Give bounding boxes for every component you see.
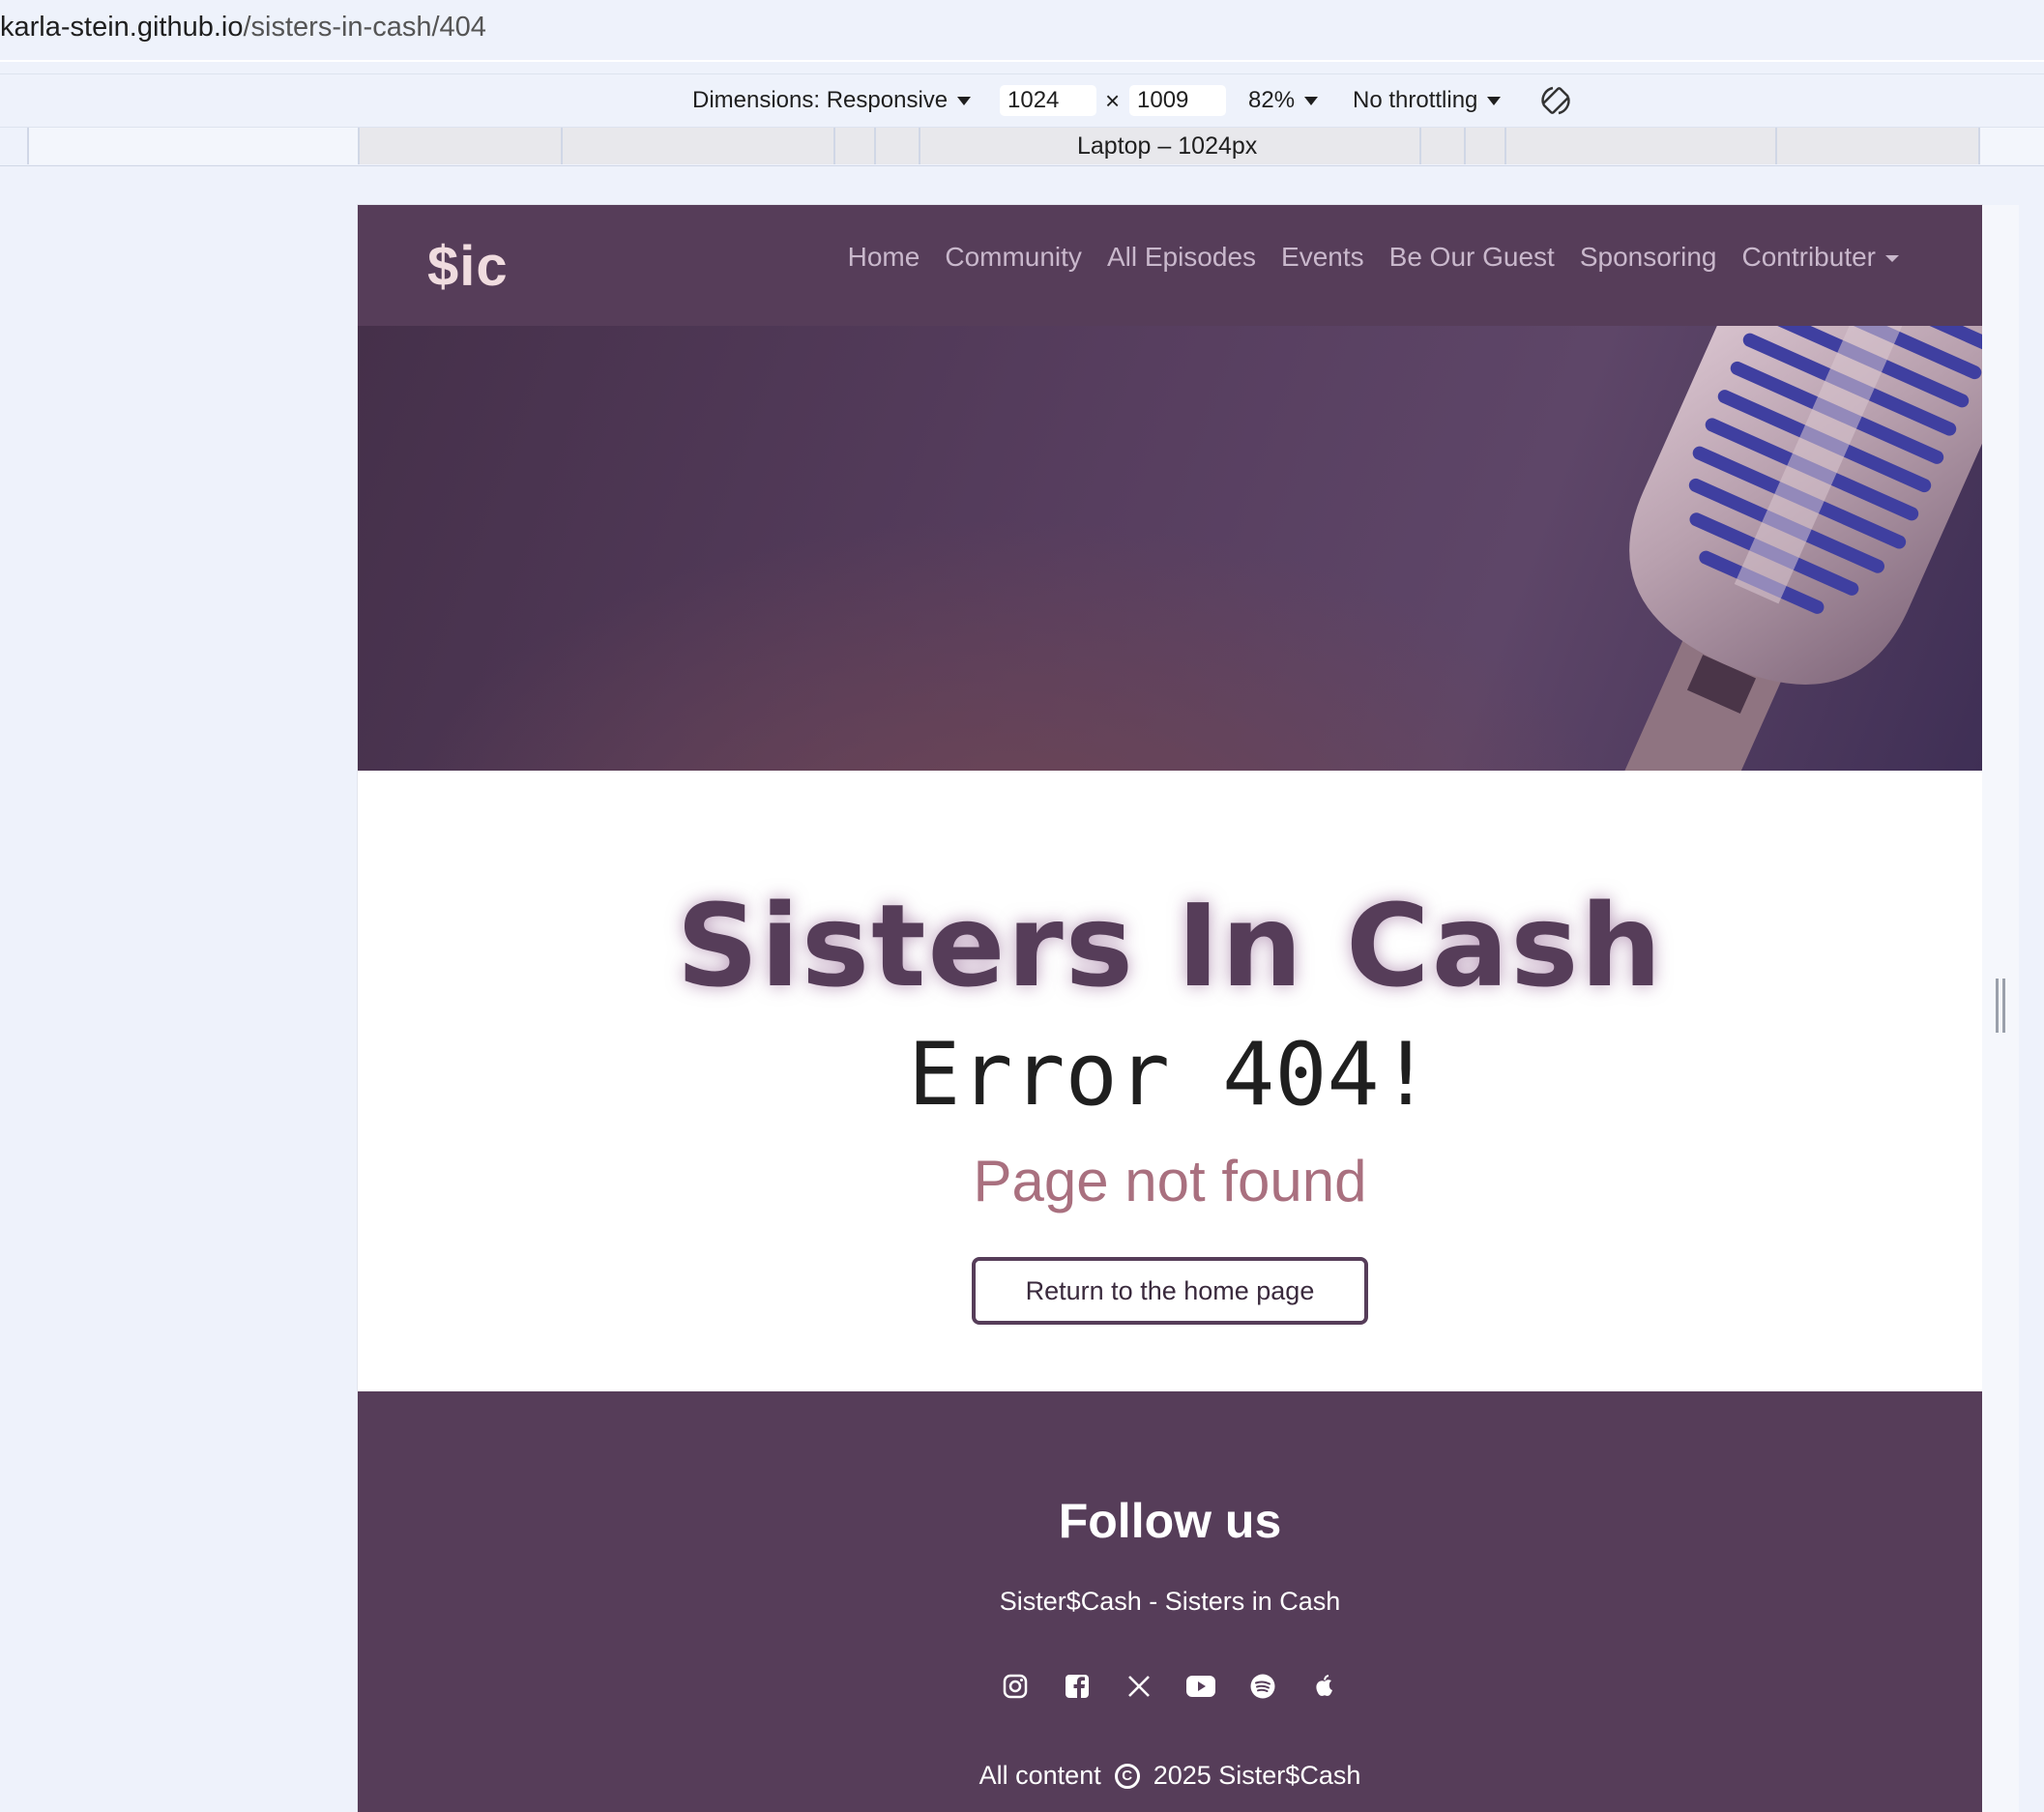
error-subtitle: Page not found (973, 1149, 1367, 1213)
chevron-down-icon (957, 96, 972, 105)
zoom-label: 82% (1248, 87, 1296, 113)
viewport-resize-handle[interactable] (1996, 979, 2005, 1033)
nav-events[interactable]: Events (1281, 242, 1364, 273)
hero-microphone-image (358, 326, 1982, 771)
throttling-dropdown[interactable]: No throttling (1353, 87, 1502, 114)
apple-icon[interactable] (1310, 1672, 1339, 1701)
dimensions-label: Dimensions: Responsive (692, 87, 949, 113)
copyright-line: All content C 2025 Sister$Cash (358, 1761, 1982, 1791)
nav-all-episodes[interactable]: All Episodes (1107, 242, 1256, 273)
nav-community[interactable]: Community (945, 242, 1082, 273)
media-segment[interactable] (27, 128, 358, 164)
nav-be-our-guest[interactable]: Be Our Guest (1389, 242, 1555, 273)
footer-tagline: Sister$Cash - Sisters in Cash (999, 1587, 1341, 1616)
media-label: Laptop – 1024px (1077, 132, 1258, 160)
site-logo[interactable]: $ic (427, 234, 509, 299)
error-section: Sisters In Cash Error 404! Page not foun… (358, 771, 1982, 1403)
nav-links: Home Community All Episodes Events Be Ou… (848, 242, 1899, 273)
device-toolbar: Dimensions: Responsive 1024 × 1009 82% N… (0, 73, 2044, 128)
youtube-icon[interactable] (1186, 1672, 1215, 1701)
chevron-down-icon (1885, 255, 1899, 263)
chevron-down-icon (1304, 96, 1319, 105)
copyright-suffix: 2025 Sister$Cash (1153, 1761, 1361, 1790)
media-segment[interactable] (561, 128, 833, 164)
nav-sponsoring[interactable]: Sponsoring (1580, 242, 1717, 273)
x-icon[interactable] (1124, 1672, 1153, 1701)
media-segment[interactable] (1504, 128, 1775, 164)
media-segment[interactable] (1419, 128, 1464, 164)
brand-title: Sisters In Cash (676, 879, 1664, 1012)
nav-home[interactable]: Home (848, 242, 920, 273)
instagram-icon[interactable] (1001, 1672, 1030, 1701)
url-path: /sisters-in-cash/404 (243, 12, 486, 43)
throttling-label: No throttling (1353, 87, 1478, 113)
site-navbar: $ic Home Community All Episodes Events B… (358, 205, 1982, 326)
height-input[interactable]: 1009 (1129, 85, 1226, 116)
chevron-down-icon (1487, 96, 1502, 105)
social-links (358, 1672, 1982, 1701)
media-query-bar[interactable]: Laptop – 1024px (0, 128, 2044, 166)
rotate-icon[interactable] (1539, 84, 1572, 117)
emulated-viewport: $ic Home Community All Episodes Events B… (358, 205, 1982, 1812)
media-segment[interactable] (358, 128, 561, 164)
width-input[interactable]: 1024 (1000, 85, 1096, 116)
return-home-button[interactable]: Return to the home page (972, 1257, 1368, 1325)
copyright-prefix: All content (978, 1761, 1101, 1790)
follow-us-heading: Follow us (1058, 1494, 1282, 1548)
spotify-icon[interactable] (1248, 1672, 1277, 1701)
site-footer: Follow us Sister$Cash - Sisters in Cash (358, 1391, 1982, 1812)
zoom-dropdown[interactable]: 82% (1248, 87, 1319, 114)
error-title: Error 404! (908, 1024, 1432, 1125)
media-segment[interactable] (1978, 128, 2044, 164)
media-segment[interactable] (874, 128, 919, 164)
media-segment[interactable] (1464, 128, 1504, 164)
media-segment[interactable] (1775, 128, 1978, 164)
nav-contributer-dropdown[interactable]: Contributer (1741, 242, 1899, 273)
url-text[interactable]: karla-stein.github.io/sisters-in-cash/40… (0, 12, 486, 44)
facebook-icon[interactable] (1063, 1672, 1092, 1701)
media-segment[interactable] (833, 128, 874, 164)
dimensions-dropdown[interactable]: Dimensions: Responsive (692, 87, 972, 114)
times-icon: × (1105, 86, 1121, 115)
address-bar[interactable]: karla-stein.github.io/sisters-in-cash/40… (0, 0, 2044, 62)
nav-contributer-label: Contributer (1741, 242, 1876, 272)
url-host: karla-stein.github.io (0, 12, 244, 43)
copyright-icon: C (1114, 1763, 1140, 1789)
